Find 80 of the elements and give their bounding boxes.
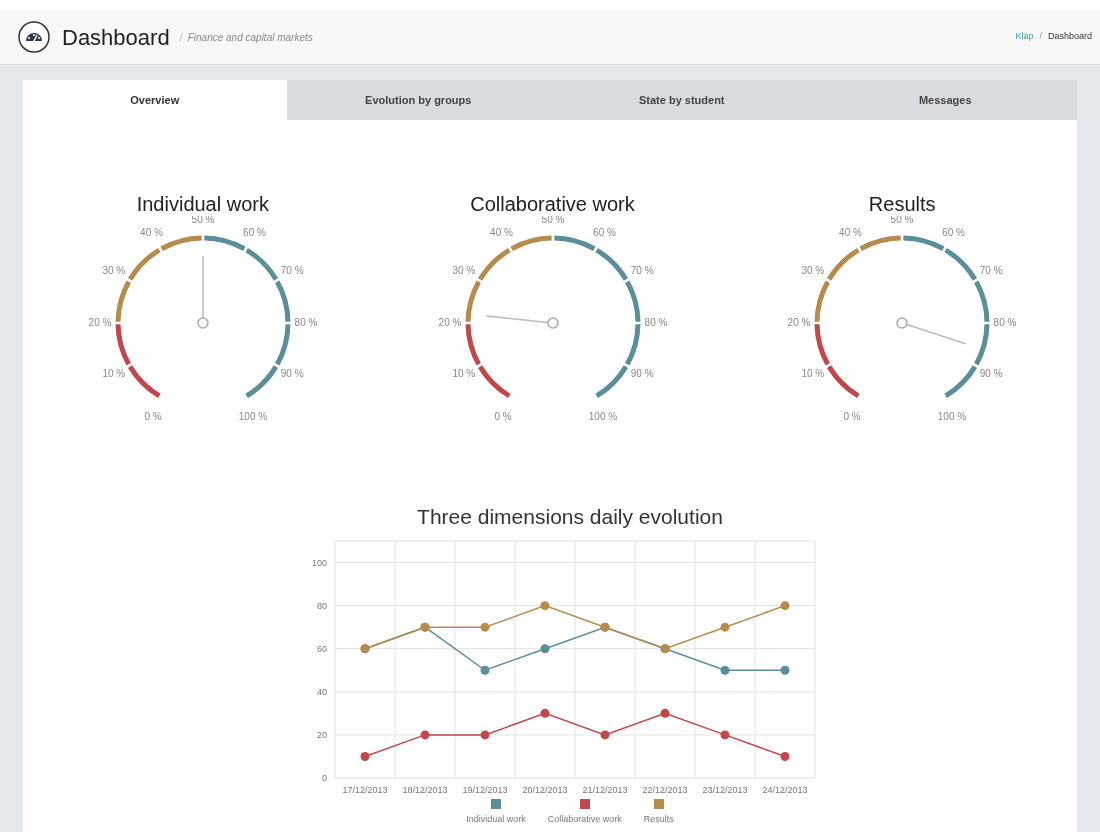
y-axis-label: 60 bbox=[317, 643, 327, 654]
breadcrumb-current: Dashboard bbox=[1047, 30, 1092, 44]
gauge-tick-label: 50 % bbox=[191, 216, 215, 225]
data-point bbox=[540, 644, 550, 654]
gauge-tick-label: 60 % bbox=[242, 227, 266, 239]
gauge-title: Collaborative work bbox=[470, 192, 635, 216]
x-axis-label: 17/12/2013 bbox=[342, 785, 388, 795]
chart-title: Three dimensions daily evolution bbox=[417, 505, 723, 529]
x-axis-label: 22/12/2013 bbox=[642, 785, 688, 795]
gauge-tick-label: 100 % bbox=[238, 411, 267, 422]
gauge-tick-label: 60 % bbox=[592, 227, 616, 239]
data-point bbox=[360, 751, 370, 761]
page-subtitle: Finance and capital markets bbox=[187, 30, 313, 45]
data-point bbox=[540, 601, 550, 611]
gauge-tick-label: 80 % bbox=[294, 316, 318, 328]
gauge-tick-label: 30 % bbox=[451, 265, 475, 277]
x-axis-label: 20/12/2013 bbox=[522, 785, 568, 795]
data-point bbox=[420, 730, 430, 740]
y-axis-label: 100 bbox=[311, 557, 327, 568]
gauge-tick-label: 90 % bbox=[630, 368, 654, 380]
breadcrumb-separator: / bbox=[1039, 30, 1042, 44]
data-point bbox=[720, 665, 730, 675]
x-axis-label: 24/12/2013 bbox=[762, 785, 808, 795]
data-point bbox=[780, 665, 790, 675]
data-point bbox=[480, 622, 490, 632]
gauge-tick-label: 0 % bbox=[144, 411, 162, 422]
gauge-tick-label: 90 % bbox=[979, 368, 1003, 380]
gauge-tick-label: 100 % bbox=[938, 411, 967, 422]
gauge-tick-label: 0 % bbox=[493, 411, 512, 422]
gauge-tick-label: 10 % bbox=[102, 368, 126, 380]
y-axis-label: 40 bbox=[317, 686, 327, 697]
legend-label: Results bbox=[643, 813, 674, 826]
gauge-tick-label: 20 % bbox=[88, 316, 112, 328]
y-axis-label: 80 bbox=[317, 600, 327, 611]
gauge-title: Individual work bbox=[136, 192, 269, 216]
x-axis-label: 19/12/2013 bbox=[462, 785, 508, 795]
tab[interactable]: Messages bbox=[813, 80, 1077, 120]
data-point bbox=[480, 730, 490, 740]
gauge-tick-label: 50 % bbox=[541, 216, 564, 225]
data-point bbox=[780, 601, 790, 611]
y-axis-label: 0 bbox=[322, 773, 327, 783]
legend-label: Individual work bbox=[466, 813, 526, 826]
gauge-tick-label: 70 % bbox=[280, 265, 304, 277]
gauge-title: Results bbox=[868, 192, 936, 216]
dashboard-logo-icon bbox=[18, 21, 50, 53]
gauge-tick-label: 40 % bbox=[139, 227, 163, 239]
gauge-tick-label: 70 % bbox=[979, 265, 1003, 277]
data-point bbox=[720, 730, 730, 740]
data-point bbox=[720, 622, 730, 632]
data-point bbox=[780, 751, 790, 761]
legend-label: Collaborative work bbox=[547, 813, 622, 826]
gauge-tick-label: 20 % bbox=[438, 316, 461, 328]
x-axis-label: 23/12/2013 bbox=[702, 785, 748, 795]
title-separator: / bbox=[179, 29, 183, 45]
x-axis-label: 18/12/2013 bbox=[402, 785, 448, 795]
gauge-tick-label: 100 % bbox=[588, 411, 617, 422]
y-axis-label: 20 bbox=[317, 729, 327, 740]
gauge-tick-label: 80 % bbox=[644, 316, 667, 328]
gauge-tick-label: 70 % bbox=[630, 265, 654, 277]
x-axis-label: 21/12/2013 bbox=[582, 785, 628, 795]
gauge-tick-label: 10 % bbox=[451, 368, 475, 380]
gauge-tick-label: 80 % bbox=[993, 316, 1017, 328]
gauge-tick-label: 20 % bbox=[787, 316, 811, 328]
gauge-tick-label: 30 % bbox=[801, 265, 825, 277]
gauge-tick-label: 0 % bbox=[843, 411, 861, 422]
gauge-tick-label: 90 % bbox=[280, 368, 304, 380]
gauge-tick-label: 50 % bbox=[890, 216, 914, 225]
gauge-tick-label: 40 % bbox=[839, 227, 863, 239]
tab[interactable]: Evolution by groups bbox=[286, 80, 550, 120]
data-point bbox=[540, 708, 550, 718]
data-point bbox=[660, 708, 670, 718]
data-point bbox=[600, 730, 610, 740]
gauge-needle bbox=[896, 317, 967, 345]
page-title: Dashboard bbox=[62, 23, 170, 52]
gauge-tick-label: 10 % bbox=[801, 368, 825, 380]
gauge-tick-label: 60 % bbox=[942, 227, 966, 239]
tab[interactable]: State by student bbox=[550, 80, 814, 120]
data-point bbox=[480, 665, 490, 675]
gauge-tick-label: 40 % bbox=[489, 227, 513, 239]
gauge-tick-label: 30 % bbox=[102, 265, 126, 277]
